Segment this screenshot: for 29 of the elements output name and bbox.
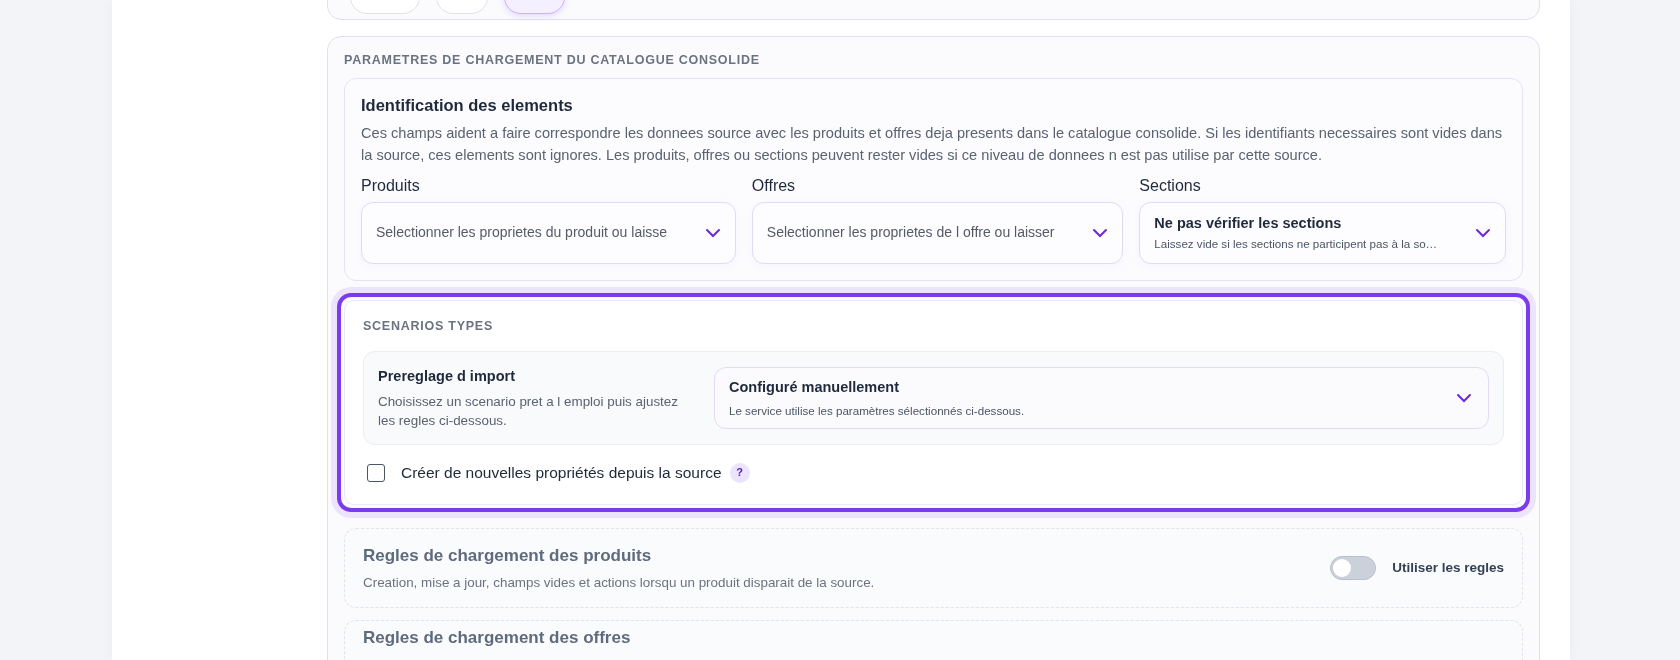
rules-description: Creation, mise a jour, champs vides et actions lorsqu un produit disparait de la source. <box>363 573 875 592</box>
chevron-down-icon <box>1456 393 1472 404</box>
select-hint: Laissez vide si les sections ne participent pas à la so… <box>1154 235 1438 252</box>
section-heading: PARAMETRES DE CHARGEMENT DU CATALOGUE CONSOLIDE <box>344 52 761 69</box>
chevron-down-icon <box>1092 227 1109 238</box>
rules-title: Regles de chargement des offres <box>363 626 631 649</box>
preset-help: Choisissez un scenario pret a l emploi puis ajustez les regles ci-dessous. <box>378 393 679 430</box>
field-label: Sections <box>1139 175 1202 196</box>
field-label: Offres <box>751 175 797 196</box>
chevron-down-icon <box>1475 227 1491 238</box>
checkbox-label[interactable]: Créer de nouvelles propriétés depuis la source <box>401 461 722 485</box>
toggle-switch[interactable] <box>1330 556 1377 581</box>
select-field-background[interactable]: Ne pas vérifier les sections Laissez vide si les sections ne participent pas à la so… <box>1139 201 1506 264</box>
rules-title: Regles de chargement des produits <box>363 545 653 568</box>
toggle-label: Utiliser les regles <box>1392 558 1504 577</box>
checkbox[interactable] <box>367 463 385 482</box>
card-title: Identification des elements <box>361 94 574 116</box>
select-field[interactable]: Selectionner les proprietes du produit ou laisse <box>361 201 736 264</box>
select-value: Configuré manuellement <box>729 377 900 397</box>
chevron-down-icon <box>704 227 721 238</box>
help-badge[interactable]: ? <box>729 462 750 483</box>
select-hint: Le service utilise les paramètres sélectionnés ci-dessous. <box>729 403 1025 420</box>
select-field[interactable]: Selectionner les proprietes de l offre ou laisser <box>751 201 1124 264</box>
preset-label: Prereglage d import <box>378 367 516 387</box>
preset-select-field[interactable]: Configuré manuellement Le service utilise les paramètres sélectionnés ci-dessous. <box>714 367 1489 430</box>
select-value: Ne pas vérifier les sections <box>1154 213 1343 233</box>
card-description: Ces champs aident a faire correspondre les donnees source avec les produits et offres deja presents dans le catalogue consolide. Si les identifiants necessaires sont vides dans la source, ces elements sont ignores. Les produits, offres ou sections peuvent rester vides si ce niveau de donnees n est pas utilise par cette source. <box>361 123 1504 165</box>
section-heading: SCENARIOS TYPES <box>363 317 495 335</box>
field-label: Produits <box>361 175 421 196</box>
